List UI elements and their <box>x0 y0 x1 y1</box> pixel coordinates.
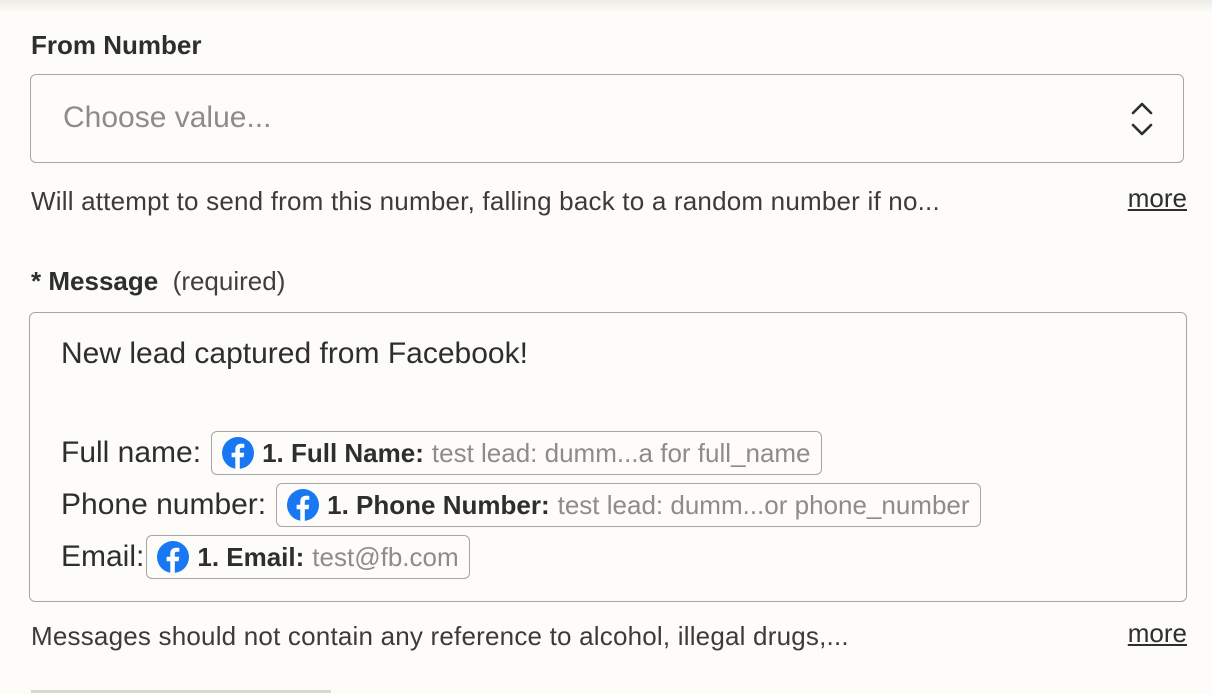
pill-value: test lead: dumm...or phone_number <box>557 489 970 520</box>
from-number-more-link[interactable]: more <box>1128 183 1187 214</box>
message-label-row: * Message (required) <box>31 266 285 297</box>
message-line-phone-number: Phone number: 1. Phone Number: test lead… <box>61 483 981 527</box>
message-intro: New lead captured from Facebook! <box>61 337 528 370</box>
facebook-icon <box>157 541 190 573</box>
top-shadow <box>0 0 1212 12</box>
facebook-icon <box>287 489 320 521</box>
pill-value: test lead: dumm...a for full_name <box>431 437 811 468</box>
line-prefix: Phone number: <box>61 488 267 521</box>
from-number-select[interactable]: Choose value... <box>30 74 1184 163</box>
pill-label: 1. Full Name: <box>262 437 424 468</box>
required-asterisk: * <box>31 266 42 296</box>
field-pill-email[interactable]: 1. Email: test@fb.com <box>146 535 470 579</box>
message-more-link[interactable]: more <box>1128 618 1187 649</box>
pill-label: 1. Phone Number: <box>327 489 550 520</box>
message-help: Messages should not contain any referenc… <box>31 621 849 651</box>
field-pill-full-name[interactable]: 1. Full Name: test lead: dumm...a for fu… <box>211 431 822 475</box>
message-editor[interactable]: New lead captured from Facebook! Full na… <box>29 312 1187 602</box>
line-prefix: Email: <box>61 540 145 573</box>
field-pill-phone-number[interactable]: 1. Phone Number: test lead: dumm...or ph… <box>276 483 981 527</box>
message-label: Message <box>48 266 159 296</box>
chevron-up-down-icon <box>1131 102 1153 136</box>
message-line-email: Email: 1. Email: test@fb.com <box>61 535 470 579</box>
next-field-cutoff <box>31 684 351 694</box>
line-prefix: Full name: <box>61 436 202 469</box>
message-line-full-name: Full name: 1. Full Name: test lead: dumm… <box>61 431 822 475</box>
from-number-label: From Number <box>31 30 202 60</box>
pill-label: 1. Email: <box>197 541 305 572</box>
from-number-placeholder: Choose value... <box>63 101 272 134</box>
facebook-icon <box>222 437 255 469</box>
pill-value: test@fb.com <box>312 541 459 572</box>
from-number-help: Will attempt to send from this number, f… <box>31 186 940 216</box>
required-note: (required) <box>172 266 286 296</box>
